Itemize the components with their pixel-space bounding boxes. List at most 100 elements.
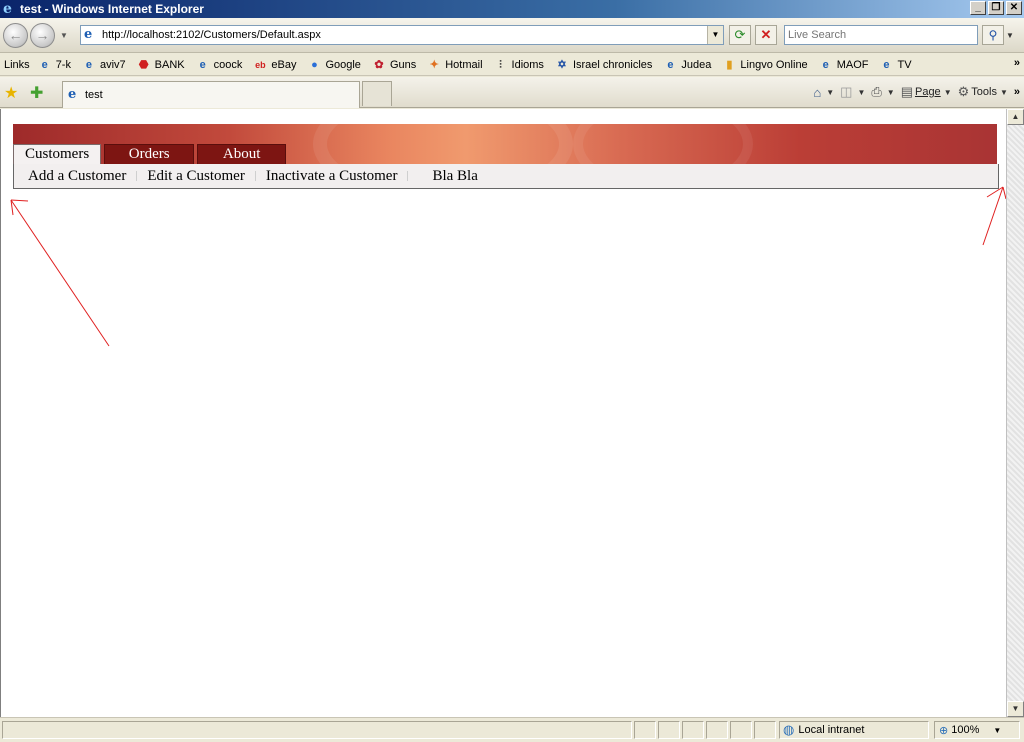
page-ie-icon: e	[84, 27, 93, 42]
zoom-control[interactable]: ⊕ 100% ▼	[934, 721, 1020, 739]
scroll-down-button[interactable]: ▼	[1007, 701, 1024, 717]
feeds-button[interactable]: ◫ ▼	[840, 84, 865, 100]
tab-title: test	[85, 89, 103, 101]
link-judea[interactable]: e Judea	[663, 58, 711, 72]
print-button[interactable]: ⎙ ▼	[871, 84, 894, 100]
scroll-up-button[interactable]: ▲	[1007, 109, 1024, 125]
printer-icon: ⎙	[871, 84, 882, 99]
submenu-inactivate-customer[interactable]: Inactivate a Customer	[256, 168, 408, 185]
address-url[interactable]: http://localhost:2102/Customers/Default.…	[102, 29, 321, 41]
annotation-arrow-right	[982, 186, 1007, 246]
submenu-edit-customer[interactable]: Edit a Customer	[137, 168, 255, 185]
chevron-down-icon: ▼	[993, 725, 1002, 735]
security-zone[interactable]: ◍ Local intranet	[779, 721, 929, 739]
tab-toolbar: ★ ✚ e test ⌂ ▼ ◫ ▼ ⎙ ▼ ▤ Page ▼ ⚙ Tools ▼ »	[0, 77, 1024, 108]
link-guns[interactable]: ✿ Guns	[372, 58, 416, 72]
folder-icon: ▮	[726, 58, 733, 71]
zoom-magnifier-icon: ⊕	[939, 724, 949, 737]
gear-icon: ⚙	[957, 84, 970, 99]
status-cell	[730, 721, 752, 739]
rss-feed-icon: ◫	[840, 84, 853, 99]
home-icon: ⌂	[813, 84, 822, 100]
ie-page-icon: e	[667, 58, 674, 71]
new-tab-button[interactable]	[362, 81, 392, 106]
link-hotmail[interactable]: ✦ Hotmail	[427, 58, 483, 72]
page-icon: ▤	[900, 84, 913, 99]
command-bar: ⌂ ▼ ◫ ▼ ⎙ ▼ ▤ Page ▼ ⚙ Tools ▼ »	[813, 81, 1024, 103]
idioms-logo-icon: ⫶	[499, 58, 502, 71]
search-button[interactable]: ⚲	[982, 25, 1004, 45]
window-title: test - Windows Internet Explorer	[20, 2, 204, 16]
chevron-down-icon: ▼	[886, 87, 895, 97]
header-swirl-decoration	[573, 124, 753, 164]
submenu-bla-bla[interactable]: Bla Bla	[422, 168, 487, 185]
close-button[interactable]: ✕	[1006, 1, 1022, 15]
tab-test[interactable]: e test	[62, 81, 360, 108]
link-bank[interactable]: ⬣ BANK	[137, 58, 185, 72]
link-maof[interactable]: e MAOF	[819, 58, 869, 72]
address-bar[interactable]: e http://localhost:2102/Customers/Defaul…	[80, 25, 724, 45]
guns-logo-icon: ✿	[374, 58, 384, 71]
back-button[interactable]: ←	[3, 23, 28, 48]
bank-shield-icon: ⬣	[138, 58, 149, 71]
page-content: Customers Orders About Add a Customer Ed…	[0, 109, 1007, 717]
status-cell	[658, 721, 680, 739]
google-logo-icon: ●	[311, 58, 318, 71]
link-aviv7[interactable]: e aviv7	[82, 58, 126, 72]
ie-logo-icon: e	[3, 1, 12, 17]
forward-button[interactable]: →	[30, 23, 55, 48]
chevron-down-icon: ▼	[999, 87, 1008, 97]
link-google[interactable]: ● Google	[307, 58, 361, 72]
link-lingvo-online[interactable]: ▮ Lingvo Online	[722, 58, 807, 72]
address-toolbar: ← → ▼ e http://localhost:2102/Customers/…	[0, 18, 1024, 53]
status-cell	[682, 721, 704, 739]
refresh-button[interactable]: ⟳	[729, 25, 751, 45]
link-coock[interactable]: e coock	[196, 58, 243, 72]
commandbar-overflow-chevron-icon[interactable]: »	[1014, 86, 1020, 98]
globe-icon: ◍	[783, 722, 795, 737]
link-ebay[interactable]: eb eBay	[253, 58, 296, 72]
link-israel-chronicles[interactable]: ✡ Israel chronicles	[555, 58, 652, 72]
submenu-add-customer[interactable]: Add a Customer	[14, 168, 136, 185]
status-cell	[634, 721, 656, 739]
window-controls: _ ❐ ✕	[970, 1, 1022, 15]
annotation-arrow-left	[10, 199, 110, 347]
ie-page-icon: e	[883, 58, 890, 71]
search-input[interactable]	[784, 25, 978, 45]
page-menu-button[interactable]: ▤ Page ▼	[901, 84, 952, 100]
chevron-down-icon: ▼	[826, 87, 835, 97]
restore-button[interactable]: ❐	[988, 1, 1004, 15]
chevron-down-icon: ▼	[943, 87, 952, 97]
links-label: Links	[4, 58, 30, 71]
site-submenu: Add a Customer Edit a Customer Inactivat…	[13, 164, 999, 189]
menu-tab-orders[interactable]: Orders	[104, 144, 195, 164]
vertical-scrollbar[interactable]: ▲ ▼	[1006, 109, 1024, 717]
browser-window: e test - Windows Internet Explorer _ ❐ ✕…	[0, 0, 1024, 742]
search-options-chevron-down-icon[interactable]: ▼	[1006, 31, 1014, 40]
status-cell	[754, 721, 776, 739]
recent-pages-chevron-down-icon[interactable]: ▼	[60, 31, 68, 40]
submenu-divider	[407, 171, 409, 181]
home-button[interactable]: ⌂ ▼	[813, 85, 834, 100]
link-idioms[interactable]: ⫶ Idioms	[494, 58, 544, 72]
msn-butterfly-icon: ✦	[429, 58, 439, 71]
status-cell	[2, 721, 632, 739]
title-bar: e test - Windows Internet Explorer _ ❐ ✕	[0, 0, 1024, 18]
link-tv[interactable]: e TV	[879, 58, 911, 72]
ie-page-icon: e	[822, 58, 829, 71]
ie-page-icon: e	[41, 58, 48, 71]
links-overflow-chevron-icon[interactable]: »	[1014, 57, 1020, 69]
minimize-button[interactable]: _	[970, 1, 986, 15]
status-cell	[706, 721, 728, 739]
tools-menu-button[interactable]: ⚙ Tools ▼	[958, 84, 1008, 100]
link-7k[interactable]: e 7-k	[38, 58, 71, 72]
menu-tab-about[interactable]: About	[197, 144, 287, 164]
ie-page-icon: e	[199, 58, 206, 71]
ie-page-icon: e	[85, 58, 93, 71]
add-favorites-icon[interactable]: ✚	[30, 83, 43, 103]
header-swirl-decoration	[313, 124, 573, 164]
favorites-star-icon[interactable]: ★	[4, 83, 18, 103]
menu-tab-customers[interactable]: Customers	[13, 144, 102, 164]
address-dropdown-button[interactable]: ▼	[707, 26, 723, 44]
stop-button[interactable]: ✕	[755, 25, 777, 45]
